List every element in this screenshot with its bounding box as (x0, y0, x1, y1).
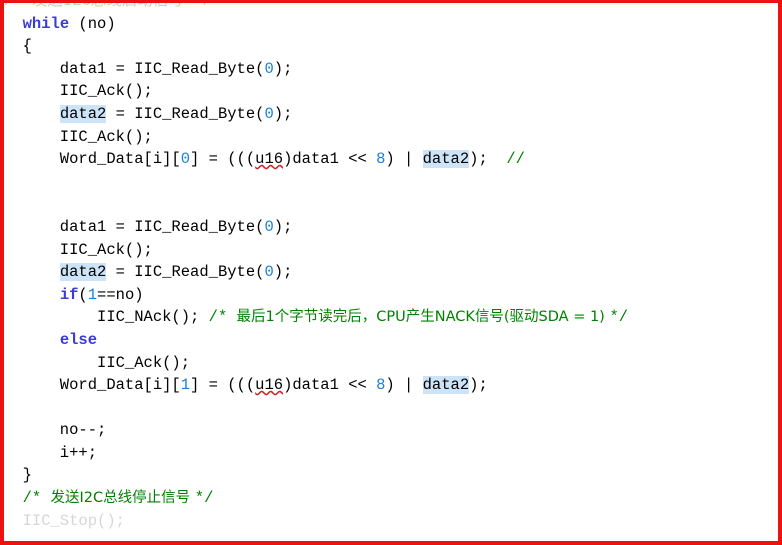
line-ack-b2[interactable]: IIC_Ack(); (4, 352, 778, 375)
line-open-brace[interactable]: { (4, 35, 778, 58)
code-token-number: 0 (180, 150, 191, 169)
line-ack-a2[interactable]: IIC_Ack(); (4, 126, 778, 149)
line-word-data-0[interactable]: Word_Data[i][0] = (((u16)data1 << 8) | d… (4, 148, 778, 171)
code-token-comment: // (506, 150, 525, 169)
line-no-decrement[interactable]: no--; (4, 419, 778, 442)
code-token-plain: ) | (385, 150, 423, 169)
code-token-comment: */ (609, 308, 629, 327)
code-token-keyword: else (59, 330, 98, 349)
code-token-plain: IIC_Ack(); (4, 353, 191, 372)
line-nack[interactable]: IIC_NAck(); /* 最后1个字节读完后，CPU产生NACK信号(驱动S… (4, 306, 778, 329)
line-word-data-1[interactable]: Word_Data[i][1] = (((u16)data1 << 8) | d… (4, 374, 778, 397)
code-token-comment: /* 发送I2C总线启动信号 */ (4, 0, 212, 10)
code-token-plain: ); (273, 104, 293, 123)
code-token-number: 0 (264, 263, 274, 282)
code-token-number: 0 (264, 217, 274, 236)
code-token-plain: ( (78, 285, 88, 304)
code-token-plain: data1 = IIC_Read_Byte( (4, 59, 265, 78)
code-token-number: 1 (180, 376, 191, 395)
code-token-highlighted-identifier: data2 (59, 263, 107, 282)
code-token-plain: data1 = IIC_Read_Byte( (4, 217, 265, 236)
line-if[interactable]: if(1==no) (4, 284, 778, 307)
code-token-type-with-squiggle: u16 (255, 376, 284, 395)
code-token-comment: */ (194, 489, 214, 508)
line-ack-b1[interactable]: IIC_Ack(); (4, 239, 778, 262)
code-token-plain: ) | (385, 376, 423, 395)
code-token-highlighted-identifier: data2 (422, 150, 470, 169)
line-clipped-bottom[interactable]: IIC_Stop(); (4, 510, 778, 533)
code-token-number: 1 (87, 285, 98, 304)
code-token-plain: ==no) (97, 285, 144, 304)
code-token-plain: Word_Data[i][ (4, 376, 181, 395)
code-token-type-with-squiggle: u16 (255, 150, 284, 169)
line-i-increment[interactable]: i++; (4, 442, 778, 465)
line-data2-read-b[interactable]: data2 = IIC_Read_Byte(0); (4, 261, 778, 284)
code-token-number: 0 (264, 59, 274, 78)
code-token-plain: = IIC_Read_Byte( (106, 263, 265, 282)
line-stop-comment[interactable]: /* 发送I2C总线停止信号 */ (4, 487, 778, 510)
code-token-plain: ); (273, 263, 293, 282)
code-token-plain: = IIC_Read_Byte( (106, 104, 265, 123)
line-data1-read-a[interactable]: data1 = IIC_Read_Byte(0); (4, 58, 778, 81)
code-token-comment: /* (208, 308, 237, 327)
code-token-number: 8 (376, 150, 386, 169)
code-token-highlighted-identifier: data2 (422, 376, 470, 395)
code-token-plain: ); (469, 376, 488, 395)
code-token-keyword: while (22, 14, 70, 33)
code-token-plain: IIC_Ack(); (4, 82, 153, 101)
code-token-comment: 发送I2C总线停止信号 (50, 490, 195, 507)
line-while[interactable]: while (no) (4, 13, 778, 36)
line-data1-read-b[interactable]: data1 = IIC_Read_Byte(0); (4, 216, 778, 239)
code-token-keyword: if (59, 285, 79, 304)
code-token-plain: IIC_NAck(); (4, 308, 209, 327)
line-ack-a1[interactable]: IIC_Ack(); (4, 80, 778, 103)
code-token-plain: no--; (4, 421, 107, 440)
code-token-plain: { (4, 37, 32, 56)
code-token-plain: )data1 << (283, 376, 377, 395)
code-screenshot-frame: /* 发送I2C总线启动信号 */ while (no) { data1 = I… (0, 0, 782, 545)
code-token-plain: IIC_Ack(); (4, 240, 153, 259)
code-token-comment: 最后1个字节读完后，CPU产生NACK信号(驱动SDA = 1) (236, 309, 610, 326)
line-blank-2[interactable] (4, 193, 778, 216)
code-token-plain: IIC_Stop(); (4, 511, 125, 530)
line-data2-read-a[interactable]: data2 = IIC_Read_Byte(0); (4, 103, 778, 126)
code-token-plain: IIC_Ack(); (4, 127, 153, 146)
code-token-plain: } (4, 466, 32, 485)
code-token-plain: ); (273, 217, 293, 236)
code-token-highlighted-identifier: data2 (59, 104, 107, 123)
code-editor-body[interactable]: /* 发送I2C总线启动信号 */ while (no) { data1 = I… (4, 0, 778, 533)
code-token-plain: ); (273, 59, 293, 78)
line-blank-1[interactable] (4, 171, 778, 194)
code-token-plain: ] = ((( (190, 150, 256, 169)
line-else[interactable]: else (4, 329, 778, 352)
code-token-plain: Word_Data[i][ (4, 150, 181, 169)
code-token-plain: i++; (4, 443, 98, 462)
code-token-plain: ] = ((( (190, 376, 256, 395)
code-token-plain: ); (469, 150, 507, 169)
code-token-comment: /* (4, 489, 51, 508)
code-token-number: 8 (376, 376, 386, 395)
code-token-plain: (no) (69, 14, 116, 33)
code-token-number: 0 (264, 104, 274, 123)
line-close-brace[interactable]: } (4, 464, 778, 487)
code-token-plain: )data1 << (283, 150, 377, 169)
line-clipped-top[interactable]: /* 发送I2C总线启动信号 */ (4, 0, 778, 13)
line-blank-3[interactable] (4, 397, 778, 420)
